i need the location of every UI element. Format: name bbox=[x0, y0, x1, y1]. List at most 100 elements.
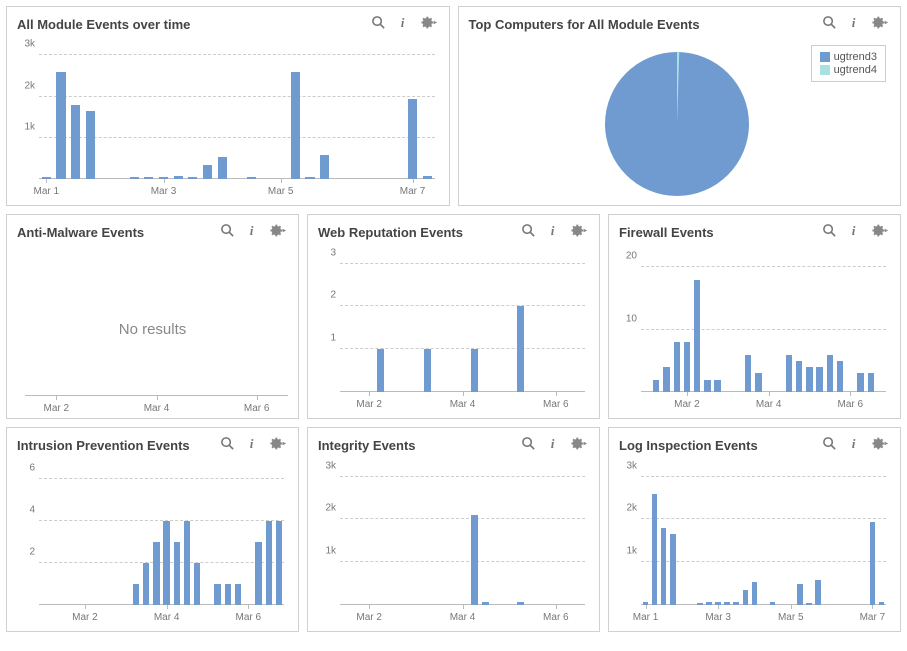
bar bbox=[174, 542, 180, 605]
panel-header: Intrusion Prevention Events i bbox=[7, 428, 298, 458]
search-icon[interactable] bbox=[822, 15, 837, 33]
chart-body: ugtrend3 ugtrend4 bbox=[459, 37, 901, 210]
gear-icon[interactable] bbox=[571, 223, 589, 241]
search-icon[interactable] bbox=[220, 436, 235, 454]
info-icon[interactable]: i bbox=[245, 436, 260, 454]
panel-web-reputation: Web Reputation Events i 123Mar 2Mar 4Mar… bbox=[307, 214, 600, 419]
bar bbox=[291, 72, 300, 179]
panel-header: All Module Events over time i bbox=[7, 7, 449, 37]
bar bbox=[320, 155, 329, 179]
bar bbox=[857, 373, 863, 392]
gear-icon[interactable] bbox=[270, 436, 288, 454]
x-tick-label: Mar 4 bbox=[450, 612, 476, 623]
info-icon[interactable]: i bbox=[245, 223, 260, 241]
info-icon[interactable]: i bbox=[546, 436, 561, 454]
info-icon[interactable]: i bbox=[847, 436, 862, 454]
bar bbox=[305, 177, 314, 179]
panel-intrusion-prevention: Intrusion Prevention Events i 246Mar 2Ma… bbox=[6, 427, 299, 632]
bar-chart-firewall: 1020Mar 2Mar 4Mar 6 bbox=[613, 249, 892, 414]
y-tick-label: 2 bbox=[314, 290, 336, 301]
bar bbox=[868, 373, 874, 392]
chart-body: 1k2k3kMar 2Mar 4Mar 6 bbox=[308, 458, 599, 631]
x-tick-label: Mar 4 bbox=[450, 399, 476, 410]
info-icon[interactable]: i bbox=[546, 223, 561, 241]
bar bbox=[670, 534, 676, 605]
bar bbox=[743, 590, 749, 605]
info-icon[interactable]: i bbox=[847, 223, 862, 241]
gear-icon[interactable] bbox=[270, 223, 288, 241]
y-tick-label: 10 bbox=[615, 313, 637, 324]
bar bbox=[786, 355, 792, 392]
gear-icon[interactable] bbox=[421, 15, 439, 33]
bar bbox=[56, 72, 65, 179]
bar bbox=[724, 602, 730, 605]
svg-text:i: i bbox=[852, 15, 856, 30]
panel-log-inspection: Log Inspection Events i 1k2k3kMar 1Mar 3… bbox=[608, 427, 901, 632]
y-tick-label: 1k bbox=[615, 546, 637, 557]
svg-text:i: i bbox=[551, 436, 555, 451]
bar bbox=[733, 602, 739, 605]
chart-body: 123Mar 2Mar 4Mar 6 bbox=[308, 245, 599, 418]
x-tick-label: Mar 6 bbox=[837, 399, 863, 410]
search-icon[interactable] bbox=[521, 436, 536, 454]
legend-label: ugtrend4 bbox=[834, 64, 877, 76]
bar bbox=[471, 515, 478, 605]
bar bbox=[235, 584, 241, 605]
panel-top-computers: Top Computers for All Module Events i ug… bbox=[458, 6, 902, 206]
pie-svg bbox=[602, 49, 752, 199]
bar bbox=[806, 367, 812, 392]
legend-swatch bbox=[820, 65, 830, 75]
legend-label: ugtrend3 bbox=[834, 51, 877, 63]
gear-icon[interactable] bbox=[872, 15, 890, 33]
panel-header: Top Computers for All Module Events i bbox=[459, 7, 901, 37]
svg-text:i: i bbox=[852, 223, 856, 238]
bar bbox=[153, 542, 159, 605]
search-icon[interactable] bbox=[371, 15, 386, 33]
bar bbox=[218, 157, 227, 179]
svg-text:i: i bbox=[852, 436, 856, 451]
bar-chart-all-module: 1k2k3kMar 1Mar 3Mar 5Mar 7 bbox=[11, 41, 441, 201]
info-icon[interactable]: i bbox=[847, 15, 862, 33]
info-icon[interactable]: i bbox=[396, 15, 411, 33]
bar bbox=[225, 584, 231, 605]
gear-icon[interactable] bbox=[872, 436, 890, 454]
search-icon[interactable] bbox=[521, 223, 536, 241]
bar bbox=[706, 602, 712, 605]
panel-title: Firewall Events bbox=[619, 225, 822, 240]
bar bbox=[653, 380, 659, 392]
panel-header: Firewall Events i bbox=[609, 215, 900, 245]
y-tick-label: 3k bbox=[615, 460, 637, 471]
bar bbox=[694, 280, 700, 392]
pie-chart-top-computers: ugtrend3 ugtrend4 bbox=[463, 41, 893, 206]
bar bbox=[482, 602, 489, 605]
bar bbox=[255, 542, 261, 605]
y-tick-label: 6 bbox=[13, 462, 35, 473]
panel-actions: i bbox=[220, 223, 288, 241]
chart-body: 1k2k3kMar 1Mar 3Mar 5Mar 7 bbox=[7, 37, 449, 205]
panel-actions: i bbox=[521, 223, 589, 241]
chart-body: No results Mar 2Mar 4Mar 6 bbox=[7, 245, 298, 418]
search-icon[interactable] bbox=[822, 436, 837, 454]
y-tick-label: 2 bbox=[13, 546, 35, 557]
chart-body: 1k2k3kMar 1Mar 3Mar 5Mar 7 bbox=[609, 458, 900, 631]
bar bbox=[133, 584, 139, 605]
gear-icon[interactable] bbox=[872, 223, 890, 241]
bar bbox=[184, 521, 190, 605]
bar-chart-web-reputation: 123Mar 2Mar 4Mar 6 bbox=[312, 249, 591, 414]
x-tick-label: Mar 2 bbox=[356, 399, 382, 410]
svg-text:i: i bbox=[400, 15, 404, 30]
bar bbox=[770, 602, 776, 605]
gear-icon[interactable] bbox=[571, 436, 589, 454]
bar-chart-integrity: 1k2k3kMar 2Mar 4Mar 6 bbox=[312, 462, 591, 627]
y-tick-label: 2k bbox=[13, 80, 35, 91]
search-icon[interactable] bbox=[822, 223, 837, 241]
x-tick-label: Mar 2 bbox=[44, 403, 70, 414]
panel-header: Anti-Malware Events i bbox=[7, 215, 298, 245]
bar bbox=[517, 306, 524, 392]
panel-title: Top Computers for All Module Events bbox=[469, 17, 823, 32]
search-icon[interactable] bbox=[220, 223, 235, 241]
svg-text:i: i bbox=[250, 223, 254, 238]
bar bbox=[194, 563, 200, 605]
panel-actions: i bbox=[220, 436, 288, 454]
x-tick-label: Mar 4 bbox=[144, 403, 170, 414]
